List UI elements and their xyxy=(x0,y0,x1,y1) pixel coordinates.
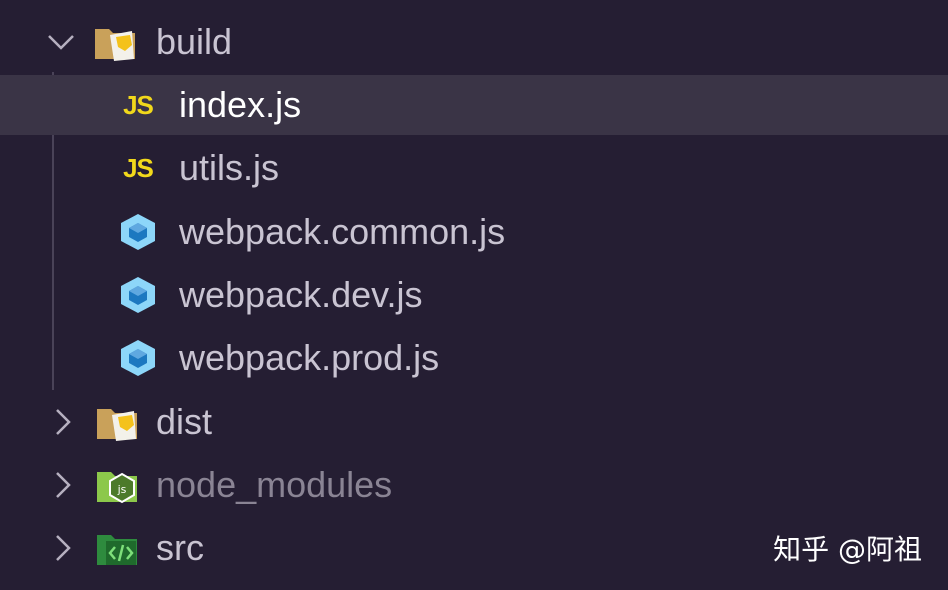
svg-text:js: js xyxy=(117,483,127,496)
tree-item-node-modules[interactable]: js node_modules xyxy=(0,455,948,515)
tree-item-webpack-prod-js[interactable]: webpack.prod.js xyxy=(0,328,948,388)
folder-open-icon xyxy=(94,23,138,63)
tree-item-label: build xyxy=(156,21,233,62)
tree-item-label: utils.js xyxy=(179,147,280,188)
tree-item-label: webpack.dev.js xyxy=(179,274,423,315)
tree-item-label: webpack.common.js xyxy=(179,211,506,252)
tree-item-webpack-dev-js[interactable]: webpack.dev.js xyxy=(0,265,948,325)
folder-node-icon: js xyxy=(96,466,140,506)
tree-item-label: webpack.prod.js xyxy=(179,337,440,378)
chevron-down-icon[interactable] xyxy=(46,27,76,57)
tree-item-build[interactable]: build xyxy=(0,12,948,72)
chevron-right-icon[interactable] xyxy=(48,533,78,563)
folder-src-icon xyxy=(96,529,140,569)
webpack-icon xyxy=(118,212,158,252)
tree-item-webpack-common-js[interactable]: webpack.common.js xyxy=(0,202,948,262)
tree-item-index-js[interactable]: JS index.js xyxy=(0,75,948,135)
webpack-icon xyxy=(118,338,158,378)
tree-item-utils-js[interactable]: JS utils.js xyxy=(0,138,948,198)
js-file-icon: JS xyxy=(123,152,154,183)
chevron-right-icon[interactable] xyxy=(48,470,78,500)
js-file-icon: JS xyxy=(123,89,154,120)
file-explorer-tree: build JS index.js JS utils.js webpack.co… xyxy=(0,0,948,590)
chevron-right-icon[interactable] xyxy=(48,407,78,437)
tree-item-label: node_modules xyxy=(156,464,393,505)
tree-item-dist[interactable]: dist xyxy=(0,392,948,452)
tree-item-label: index.js xyxy=(179,84,302,125)
webpack-icon xyxy=(118,275,158,315)
watermark: 知乎 @阿祖 xyxy=(773,533,922,566)
folder-dist-icon xyxy=(96,403,140,443)
tree-item-label: dist xyxy=(156,401,213,442)
tree-item-label: src xyxy=(156,527,204,568)
